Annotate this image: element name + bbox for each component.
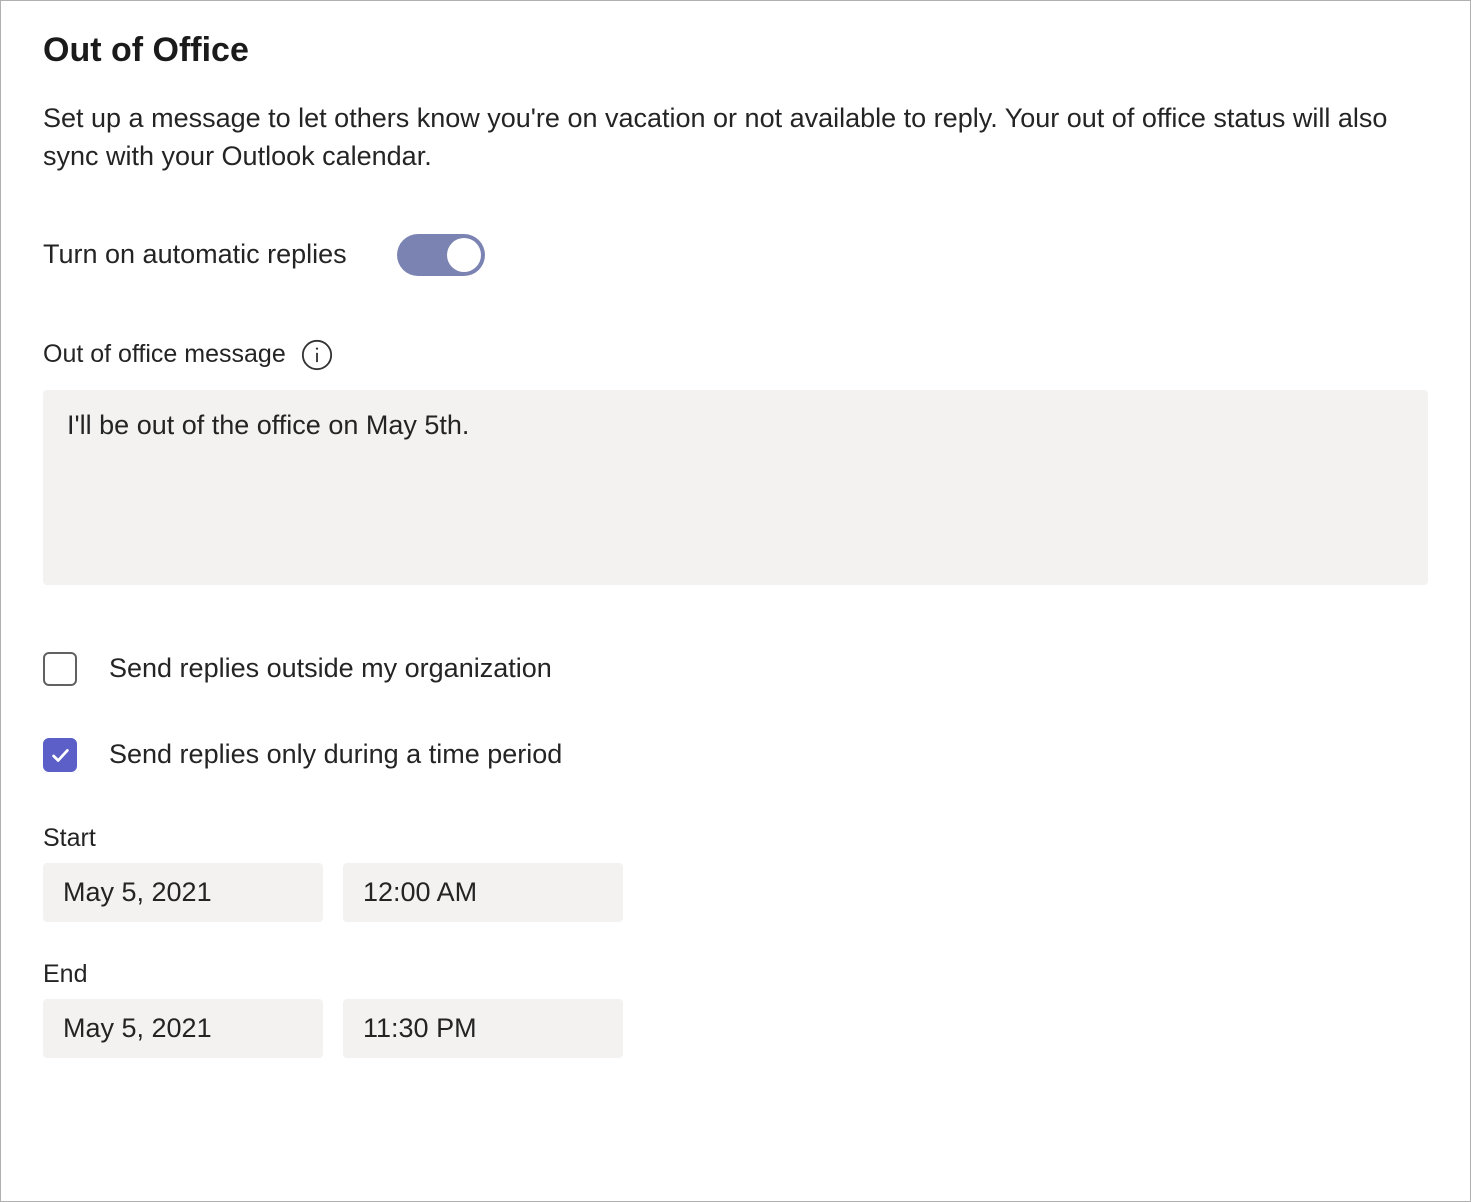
toggle-knob (447, 238, 481, 272)
start-time-input[interactable]: 12:00 AM (343, 863, 623, 922)
outside-org-checkbox[interactable] (43, 652, 77, 686)
end-time-input[interactable]: 11:30 PM (343, 999, 623, 1058)
message-label-row: Out of office message (43, 338, 1428, 372)
outside-org-row: Send replies outside my organization (43, 652, 1428, 686)
start-row: May 5, 2021 12:00 AM (43, 863, 1428, 922)
end-date-input[interactable]: May 5, 2021 (43, 999, 323, 1058)
auto-replies-row: Turn on automatic replies (43, 234, 1428, 276)
start-label: Start (43, 824, 1428, 853)
out-of-office-message-input[interactable] (43, 390, 1428, 585)
out-of-office-dialog: Out of Office Set up a message to let ot… (0, 0, 1471, 1202)
end-row: May 5, 2021 11:30 PM (43, 999, 1428, 1058)
outside-org-label: Send replies outside my organization (109, 653, 552, 684)
dialog-description: Set up a message to let others know you'… (43, 100, 1428, 176)
time-period-label: Send replies only during a time period (109, 739, 562, 770)
time-period-checkbox[interactable] (43, 738, 77, 772)
dialog-title: Out of Office (43, 31, 1428, 70)
end-label: End (43, 960, 1428, 989)
auto-replies-toggle[interactable] (397, 234, 485, 276)
auto-replies-label: Turn on automatic replies (43, 239, 347, 270)
start-date-input[interactable]: May 5, 2021 (43, 863, 323, 922)
message-field-label: Out of office message (43, 340, 286, 369)
datetime-section: Start May 5, 2021 12:00 AM End May 5, 20… (43, 824, 1428, 1058)
info-icon[interactable] (300, 338, 334, 372)
time-period-row: Send replies only during a time period (43, 738, 1428, 772)
